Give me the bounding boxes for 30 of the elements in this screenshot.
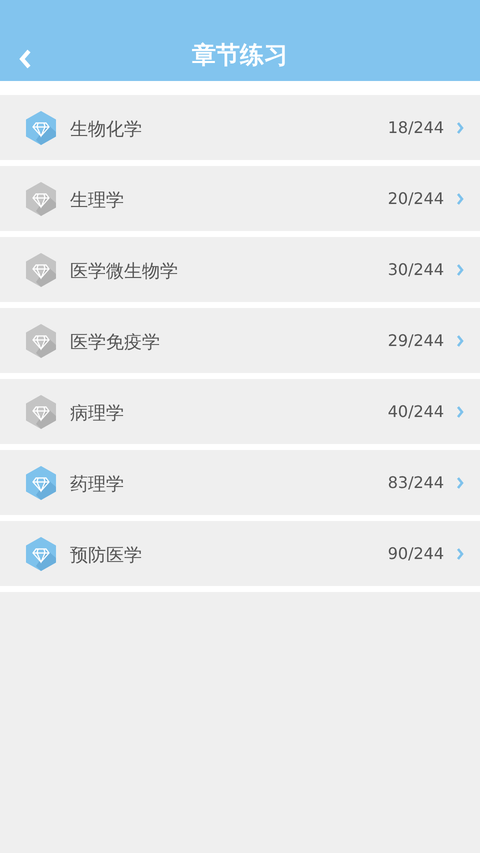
chapter-name: 生物化学 — [70, 118, 143, 140]
chapter-item[interactable]: 医学微生物学 30/244 — [0, 237, 480, 302]
chapter-name: 生理学 — [70, 188, 125, 212]
chevron-right-icon — [456, 476, 464, 488]
chevron-right-icon — [456, 264, 464, 276]
chapter-item[interactable]: 预防医学 90/244 — [0, 521, 480, 586]
chevron-right-icon — [456, 192, 464, 204]
progress-count: 30/244 — [388, 260, 444, 279]
chapter-name: 病理学 — [70, 402, 125, 424]
progress-count: 40/244 — [388, 402, 444, 421]
chevron-right-icon — [456, 334, 464, 346]
chapter-name: 医学免疫学 — [70, 330, 161, 354]
progress-count: 90/244 — [388, 544, 444, 563]
chapter-name: 预防医学 — [70, 544, 143, 566]
chevron-right-icon — [456, 406, 464, 418]
progress-count: 83/244 — [388, 473, 444, 492]
chapter-item[interactable]: 生理学 20/244 — [0, 166, 480, 231]
progress-count: 29/244 — [388, 331, 444, 350]
page-title: 章节练习 — [192, 40, 288, 71]
chapter-name: 医学微生物学 — [70, 260, 179, 282]
chapter-item[interactable]: 生物化学 18/244 — [0, 95, 480, 160]
chevron-left-icon — [18, 49, 32, 69]
chevron-right-icon — [456, 548, 464, 560]
chapter-item[interactable]: 医学免疫学 29/244 — [0, 308, 480, 373]
progress-count: 18/244 — [388, 118, 444, 137]
progress-count: 20/244 — [388, 189, 444, 208]
chapter-item[interactable]: 病理学 40/244 — [0, 379, 480, 444]
chapter-name: 药理学 — [70, 472, 125, 496]
chevron-right-icon — [456, 122, 464, 134]
chapter-item[interactable]: 药理学 83/244 — [0, 450, 480, 515]
